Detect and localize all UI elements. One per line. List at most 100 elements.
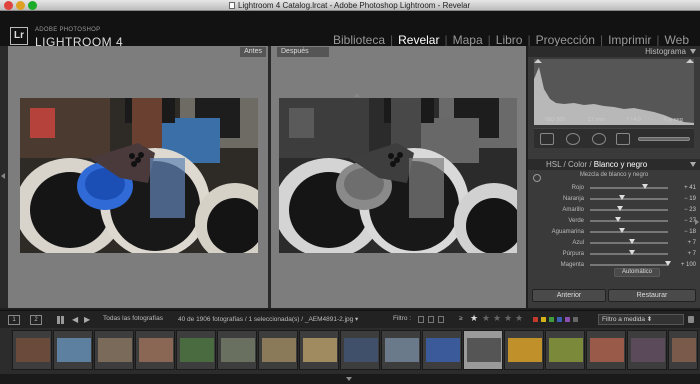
slider-value[interactable]: − 18 <box>684 227 696 237</box>
slider-track[interactable] <box>590 261 671 266</box>
slider-rojo[interactable]: Rojo + 41 <box>528 183 700 193</box>
graduated-filter-tool-icon[interactable] <box>616 133 630 145</box>
star-rating-icon[interactable]: ★ <box>515 313 523 324</box>
after-photo[interactable] <box>279 98 517 253</box>
module-web[interactable]: Web <box>662 33 692 47</box>
collapse-histogram-icon[interactable] <box>690 49 696 54</box>
slider-knob[interactable] <box>618 195 625 200</box>
slider-amarillo[interactable]: Amarillo − 23 <box>528 205 700 215</box>
previous-button[interactable]: Anterior <box>532 289 606 302</box>
filter-preset-select[interactable]: Filtro a medida ⬍ <box>598 314 684 325</box>
module-proyeccion[interactable]: Proyección <box>533 33 598 47</box>
primary-window-button[interactable]: 1 <box>8 315 20 325</box>
histogram-header[interactable]: Histograma <box>528 46 700 57</box>
slider-track[interactable] <box>590 195 668 200</box>
slider-track[interactable] <box>590 217 668 222</box>
forward-arrow-icon[interactable]: ▶ <box>84 315 90 324</box>
red-eye-tool-icon[interactable] <box>592 133 606 145</box>
star-rating-icon[interactable]: ★ <box>493 313 501 324</box>
slider-knob[interactable] <box>628 239 635 244</box>
collapse-top-icon[interactable] <box>354 93 360 97</box>
before-photo[interactable] <box>20 98 258 253</box>
slider-verde[interactable]: Verde − 27 <box>528 216 700 226</box>
module-mapa[interactable]: Mapa <box>450 33 486 47</box>
red-label-icon[interactable] <box>533 317 538 322</box>
filmstrip-thumb[interactable] <box>627 330 667 370</box>
gray-label-icon[interactable] <box>573 317 578 322</box>
left-panel-edge[interactable] <box>0 46 8 308</box>
photo-count-label[interactable]: 40 de 1906 fotografías / 1 seleccionada(… <box>178 315 358 323</box>
rejected-filter-icon[interactable] <box>438 316 444 323</box>
module-libro[interactable]: Libro <box>493 33 526 47</box>
crop-tool-icon[interactable] <box>540 133 554 145</box>
rating-operator[interactable]: ≥ <box>459 315 463 322</box>
module-imprimir[interactable]: Imprimir <box>605 33 654 47</box>
slider-value[interactable]: − 23 <box>684 205 696 215</box>
source-label[interactable]: Todas las fotografías <box>103 315 163 322</box>
slider-track[interactable] <box>590 228 668 233</box>
flag-filter-icon[interactable] <box>418 316 424 323</box>
module-biblioteca[interactable]: Biblioteca <box>330 33 388 47</box>
filmstrip-thumb[interactable] <box>422 330 462 370</box>
slider-value[interactable]: + 7 <box>687 238 696 248</box>
filmstrip-thumb[interactable] <box>340 330 380 370</box>
expand-right-panel-icon[interactable] <box>695 219 699 225</box>
filmstrip-thumb[interactable] <box>504 330 544 370</box>
filmstrip-thumb-selected[interactable] <box>463 330 503 370</box>
slider-knob[interactable] <box>617 206 624 211</box>
filmstrip-thumb[interactable] <box>586 330 626 370</box>
secondary-window-button[interactable]: 2 <box>30 315 42 325</box>
star-rating-icon[interactable]: ★ <box>482 313 490 324</box>
zoom-window-button[interactable] <box>28 1 37 10</box>
module-revelar[interactable]: Revelar <box>395 33 442 47</box>
auto-button[interactable]: Automático <box>614 268 660 277</box>
adjustment-brush-tool-icon[interactable] <box>638 137 690 141</box>
slider-value[interactable]: + 7 <box>687 249 696 259</box>
slider-value[interactable]: − 19 <box>684 194 696 204</box>
blue-label-icon[interactable] <box>557 317 562 322</box>
spot-removal-tool-icon[interactable] <box>566 133 580 145</box>
reset-button[interactable]: Restaurar <box>608 289 696 302</box>
filmstrip-thumb[interactable] <box>299 330 339 370</box>
back-arrow-icon[interactable]: ◀ <box>72 315 78 324</box>
slider-knob[interactable] <box>628 250 635 255</box>
bottom-edge[interactable] <box>0 374 700 384</box>
filmstrip-thumb[interactable] <box>94 330 134 370</box>
slider-aguamarina[interactable]: Aguamarina − 18 <box>528 227 700 237</box>
slider-azul[interactable]: Azul + 7 <box>528 238 700 248</box>
purple-label-icon[interactable] <box>565 317 570 322</box>
collapse-filmstrip-icon[interactable] <box>346 377 352 381</box>
slider-naranja[interactable]: Naranja − 19 <box>528 194 700 204</box>
tab-color[interactable]: Color <box>568 160 587 169</box>
star-rating-icon[interactable]: ★ <box>470 313 478 324</box>
slider-purpura[interactable]: Púrpura + 7 <box>528 249 700 259</box>
tab-bw[interactable]: Blanco y negro <box>594 160 647 169</box>
slider-value[interactable]: + 100 <box>681 260 696 270</box>
slider-track[interactable] <box>590 206 668 211</box>
star-rating-icon[interactable]: ★ <box>504 313 512 324</box>
filmstrip-thumb[interactable] <box>12 330 52 370</box>
filmstrip-thumb[interactable] <box>668 330 698 370</box>
tab-hsl[interactable]: HSL <box>546 160 561 169</box>
collapse-hsl-icon[interactable] <box>690 162 696 167</box>
hsl-header[interactable]: HSL / Color / Blanco y negro <box>528 159 700 170</box>
slider-knob[interactable] <box>615 217 622 222</box>
expand-left-panel-icon[interactable] <box>1 173 5 179</box>
lock-icon[interactable] <box>688 316 694 323</box>
filmstrip-thumb[interactable] <box>545 330 585 370</box>
slider-knob[interactable] <box>641 184 648 189</box>
slider-value[interactable]: + 41 <box>684 183 696 193</box>
filmstrip-thumb[interactable] <box>176 330 216 370</box>
slider-track[interactable] <box>590 239 668 244</box>
filmstrip-thumb[interactable] <box>258 330 298 370</box>
histogram-graph[interactable]: ISO 100 17 mm f / 4,0 ¹⁄₁₂₅ seg <box>534 59 694 125</box>
slider-knob[interactable] <box>618 228 625 233</box>
filmstrip-thumb[interactable] <box>53 330 93 370</box>
slider-knob[interactable] <box>665 261 671 266</box>
slider-track[interactable] <box>590 250 668 255</box>
yellow-label-icon[interactable] <box>541 317 546 322</box>
filmstrip-thumb[interactable] <box>381 330 421 370</box>
slider-track[interactable] <box>590 184 668 189</box>
minimize-window-button[interactable] <box>16 1 25 10</box>
close-window-button[interactable] <box>4 1 13 10</box>
